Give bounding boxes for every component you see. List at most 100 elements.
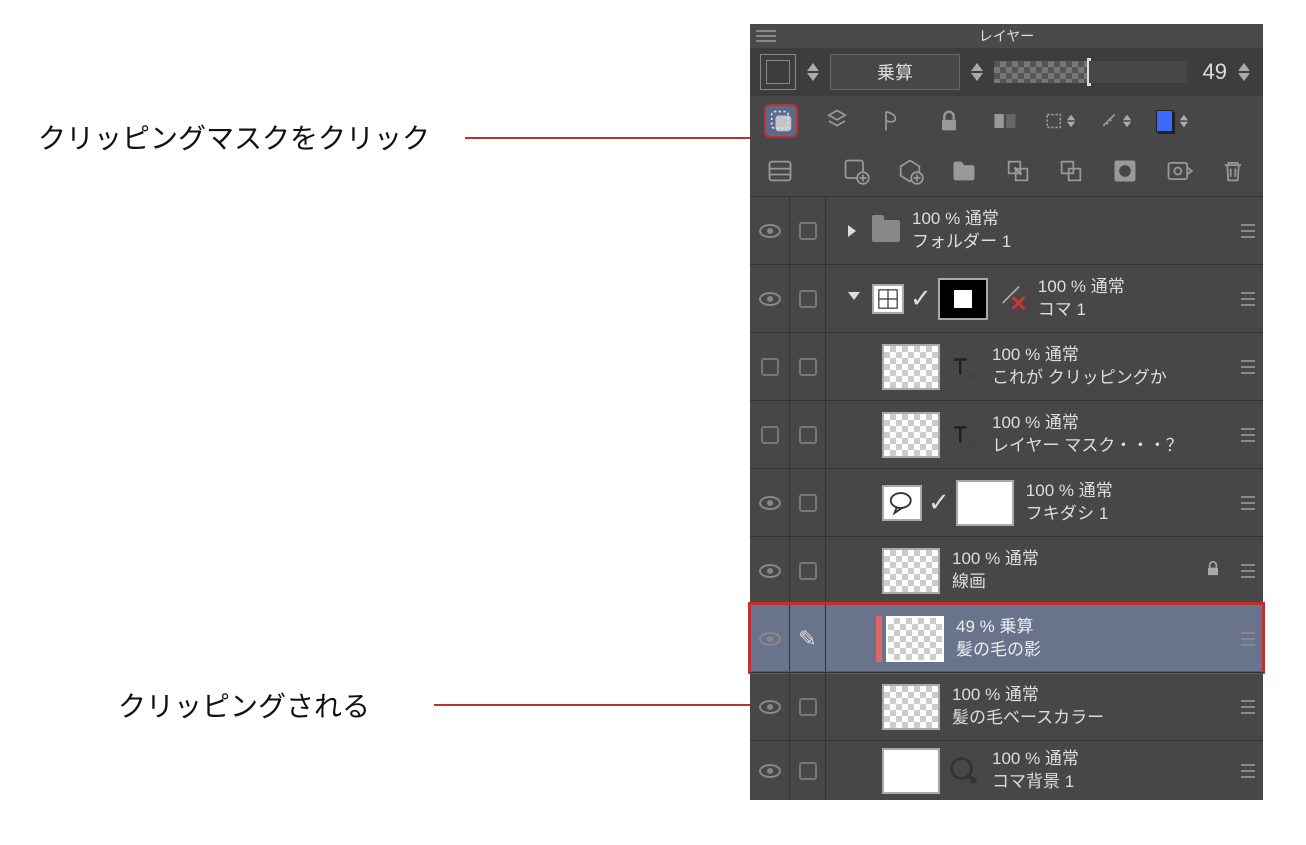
layer-opacity-mode: 49 % 乗算 bbox=[956, 616, 1041, 638]
layer-name: 髪の毛ベースカラー bbox=[952, 707, 1104, 729]
new-vector-layer-button[interactable] bbox=[894, 154, 926, 188]
visibility-eye-icon[interactable] bbox=[759, 496, 781, 510]
annotation-clip-click: クリッピングマスクをクリック bbox=[38, 117, 430, 157]
layer-opacity-mode: 100 % 通常 bbox=[992, 412, 1183, 434]
layer-hair-base[interactable]: 100 % 通常 髪の毛ベースカラー bbox=[750, 672, 1263, 740]
layer-handle-icon[interactable] bbox=[1241, 360, 1255, 374]
layer-handle-icon[interactable] bbox=[1241, 632, 1255, 646]
layers-panel: レイヤー 乗算 49 bbox=[750, 24, 1263, 800]
opacity-slider[interactable] bbox=[994, 61, 1187, 83]
visibility-toggle[interactable] bbox=[761, 426, 779, 444]
new-folder-button[interactable] bbox=[948, 154, 980, 188]
layer-thumbnail[interactable] bbox=[956, 480, 1014, 526]
layer-tool-rows bbox=[750, 96, 1263, 196]
visibility-eye-icon[interactable] bbox=[759, 700, 781, 714]
clipping-indicator-bar bbox=[876, 616, 882, 662]
frame-type-icon bbox=[872, 284, 904, 314]
layer-handle-icon[interactable] bbox=[1241, 224, 1255, 238]
panel-title-bar: レイヤー bbox=[750, 24, 1263, 48]
layer-handle-icon[interactable] bbox=[1241, 292, 1255, 306]
layer-name: コマ 1 bbox=[1038, 299, 1125, 321]
layer-thumbnail[interactable] bbox=[882, 412, 940, 458]
layer-opacity-mode: 100 % 通常 bbox=[952, 548, 1039, 570]
link-checkbox[interactable] bbox=[799, 562, 817, 580]
edit-pencil-icon: ✎ bbox=[798, 626, 816, 652]
layer-text[interactable]: 100 % 通常 これが クリッピングか bbox=[750, 332, 1263, 400]
lock-icon bbox=[1203, 558, 1223, 583]
ruler-icon[interactable] bbox=[1100, 104, 1134, 138]
visibility-eye-icon[interactable] bbox=[759, 564, 781, 578]
blend-mode-stepper[interactable] bbox=[968, 63, 986, 81]
layer-lineart[interactable]: 100 % 通常 線画 bbox=[750, 536, 1263, 604]
palette-stepper[interactable] bbox=[804, 63, 822, 81]
link-checkbox[interactable] bbox=[799, 358, 817, 376]
layer-mask-thumb[interactable] bbox=[938, 278, 988, 320]
selection-mask-icon[interactable] bbox=[1044, 104, 1078, 138]
visibility-eye-icon[interactable] bbox=[759, 224, 781, 238]
check-icon: ✓ bbox=[910, 283, 932, 314]
layer-opacity-mode: 100 % 通常 bbox=[992, 344, 1167, 366]
visibility-eye-icon[interactable] bbox=[759, 764, 781, 778]
delete-layer-button[interactable] bbox=[1217, 154, 1249, 188]
transfer-down-button[interactable] bbox=[1002, 154, 1034, 188]
vector-type-icon bbox=[948, 756, 980, 786]
balloon-type-icon bbox=[882, 485, 922, 521]
link-checkbox[interactable] bbox=[799, 426, 817, 444]
layer-name: レイヤー マスク・・・？ bbox=[992, 435, 1183, 457]
visibility-eye-icon[interactable] bbox=[759, 292, 781, 306]
lock-layer-button[interactable] bbox=[932, 104, 966, 138]
layer-thumbnail[interactable] bbox=[882, 548, 940, 594]
clipping-mask-button[interactable] bbox=[764, 104, 798, 138]
chevron-down-icon[interactable] bbox=[848, 292, 860, 306]
layer-name: 線画 bbox=[952, 571, 1039, 593]
layer-handle-icon[interactable] bbox=[1241, 428, 1255, 442]
layer-mask-button[interactable] bbox=[1109, 154, 1141, 188]
layer-color-button[interactable] bbox=[1156, 104, 1190, 138]
layer-handle-icon[interactable] bbox=[1241, 564, 1255, 578]
opacity-value: 49 bbox=[1195, 59, 1227, 85]
layer-name: これが クリッピングか bbox=[992, 367, 1167, 389]
draft-layer-icon[interactable] bbox=[876, 104, 910, 138]
opacity-stepper[interactable] bbox=[1235, 63, 1253, 81]
layer-folder[interactable]: 100 % 通常 フォルダー 1 bbox=[750, 196, 1263, 264]
layer-list: 100 % 通常 フォルダー 1 ✓ bbox=[750, 196, 1263, 800]
layer-balloon[interactable]: ✓ 100 % 通常 フキダシ 1 bbox=[750, 468, 1263, 536]
layer-handle-icon[interactable] bbox=[1241, 496, 1255, 510]
text-type-icon bbox=[948, 420, 980, 450]
layer-handle-icon[interactable] bbox=[1241, 700, 1255, 714]
panel-view-icon[interactable] bbox=[764, 154, 796, 188]
visibility-toggle[interactable] bbox=[761, 358, 779, 376]
layer-frame-bg[interactable]: 100 % 通常 コマ背景 1 bbox=[750, 740, 1263, 800]
check-icon: ✓ bbox=[928, 487, 950, 518]
palette-color-box[interactable] bbox=[760, 54, 796, 90]
merge-down-button[interactable] bbox=[1055, 154, 1087, 188]
annotation-line-1 bbox=[465, 137, 781, 139]
layer-thumbnail[interactable] bbox=[882, 748, 940, 794]
layer-text[interactable]: 100 % 通常 レイヤー マスク・・・？ bbox=[750, 400, 1263, 468]
layer-thumbnail[interactable] bbox=[882, 684, 940, 730]
panel-menu-icon[interactable] bbox=[756, 26, 776, 46]
link-checkbox[interactable] bbox=[799, 222, 817, 240]
link-checkbox[interactable] bbox=[799, 698, 817, 716]
link-checkbox[interactable] bbox=[799, 290, 817, 308]
layer-hair-shadow-selected[interactable]: ✎ 49 % 乗算 髪の毛の影 bbox=[750, 604, 1263, 672]
new-raster-layer-button[interactable] bbox=[840, 154, 872, 188]
layer-opacity-mode: 100 % 通常 bbox=[1026, 480, 1113, 502]
layer-name: 髪の毛の影 bbox=[956, 639, 1041, 661]
layer-handle-icon[interactable] bbox=[1241, 764, 1255, 778]
layer-frame[interactable]: ✓ ✕ 100 % 通常 コマ 1 bbox=[750, 264, 1263, 332]
link-checkbox[interactable] bbox=[799, 762, 817, 780]
reference-layer-icon[interactable] bbox=[820, 104, 854, 138]
visibility-eye-icon[interactable] bbox=[759, 632, 781, 646]
chevron-right-icon[interactable] bbox=[848, 225, 856, 237]
mask-toggle-icon[interactable] bbox=[988, 104, 1022, 138]
layer-thumbnail[interactable] bbox=[886, 616, 944, 662]
blend-mode-select[interactable]: 乗算 bbox=[830, 54, 960, 90]
link-checkbox[interactable] bbox=[799, 494, 817, 512]
layer-thumbnail[interactable] bbox=[882, 344, 940, 390]
layer-opacity-mode: 100 % 通常 bbox=[992, 748, 1079, 770]
layer-name: フキダシ 1 bbox=[1026, 503, 1113, 525]
apply-mask-button[interactable] bbox=[1163, 154, 1195, 188]
text-type-icon bbox=[948, 352, 980, 382]
layer-name: フォルダー 1 bbox=[912, 231, 1011, 253]
